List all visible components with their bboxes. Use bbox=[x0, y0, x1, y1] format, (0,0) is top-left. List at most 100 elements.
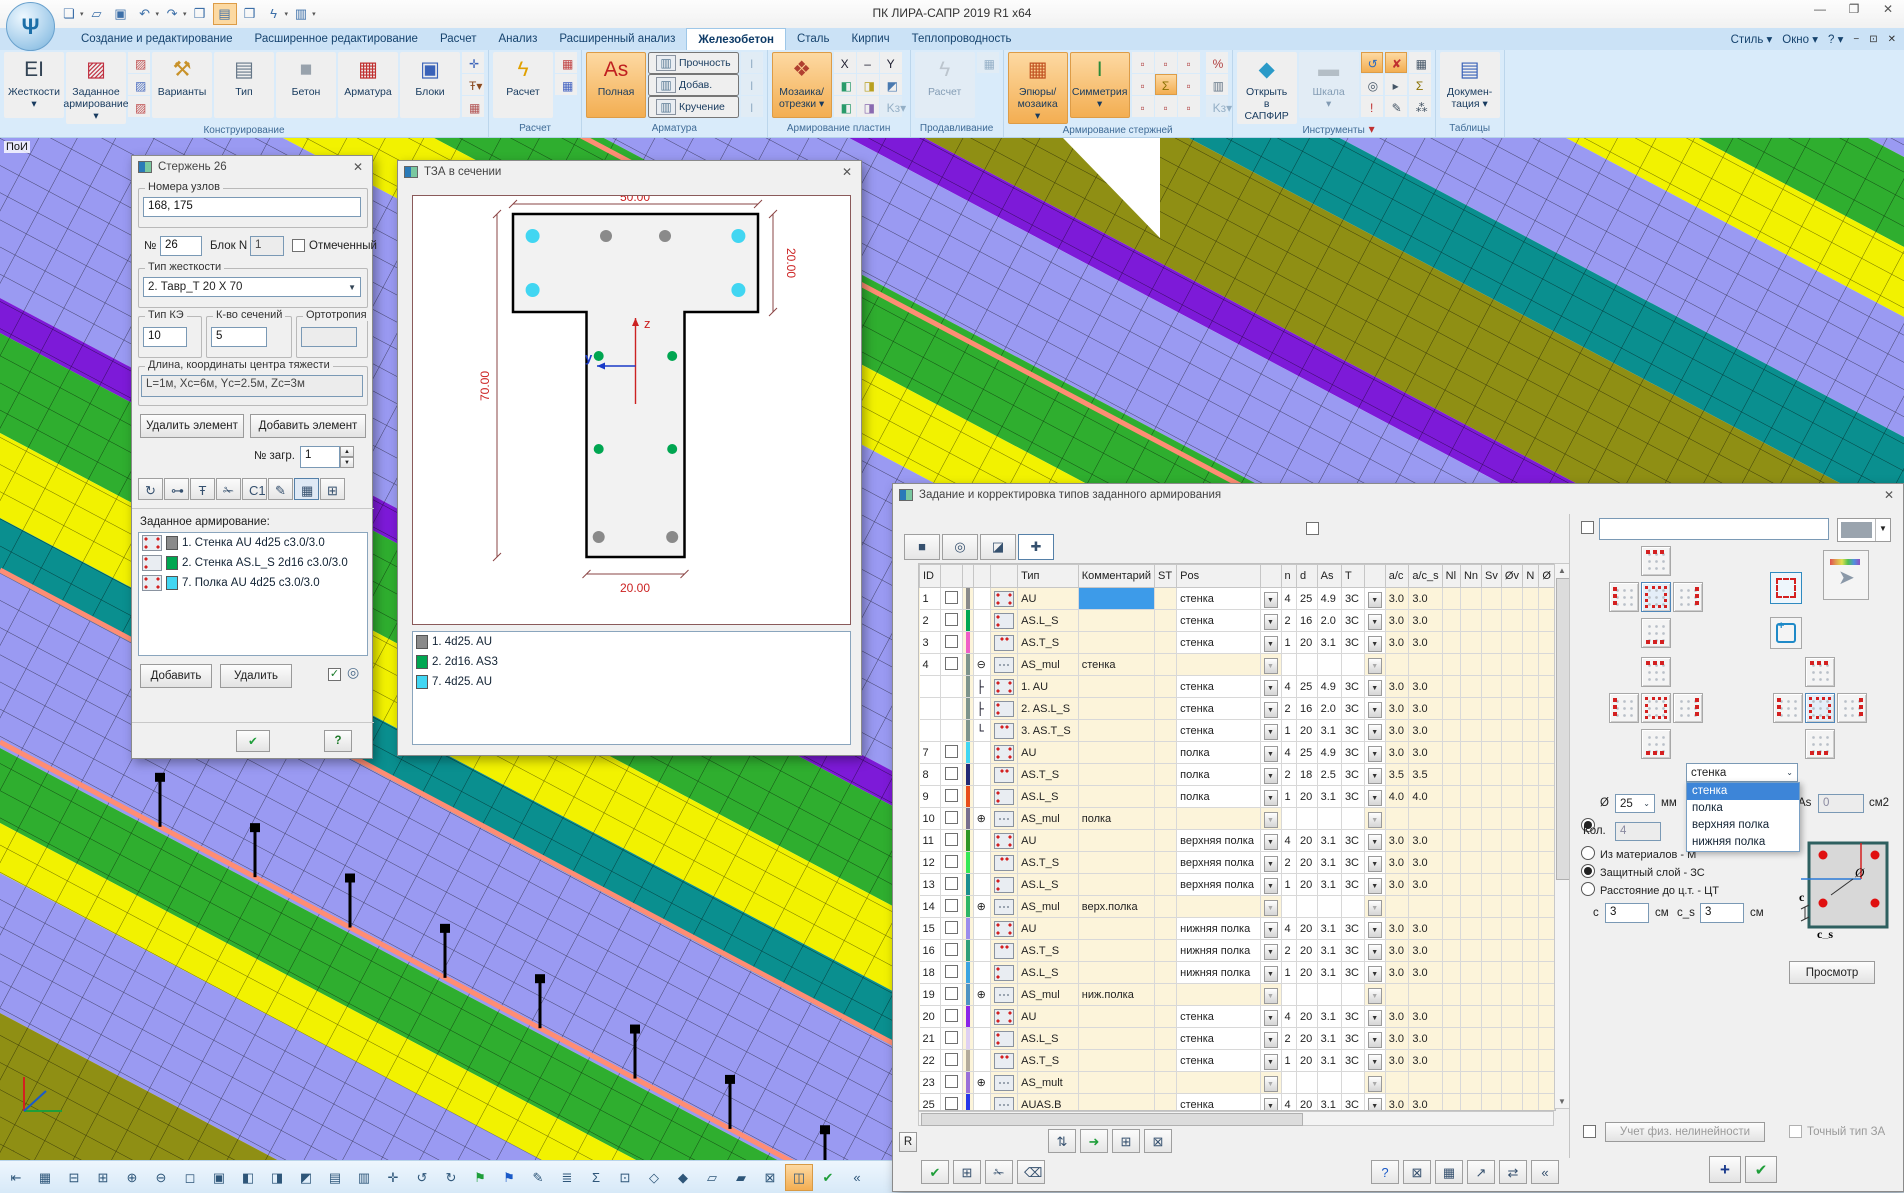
nonlinearity-button[interactable]: Учет физ. нелинейности bbox=[1605, 1122, 1765, 1142]
ribbon-small-button[interactable]: Kз▾ bbox=[1206, 96, 1228, 117]
mid-tool-0[interactable]: ⇅ bbox=[1048, 1129, 1076, 1153]
t-dropdown-icon[interactable]: ▼ bbox=[1368, 1054, 1382, 1070]
ribbon-button[interactable]: AsПолная bbox=[586, 52, 646, 118]
ribbon-small-button[interactable]: ▫ bbox=[1178, 96, 1200, 117]
view-tool-icon-8[interactable]: ◧ bbox=[234, 1164, 262, 1191]
ribbon-small-button[interactable]: ▨ bbox=[128, 52, 150, 73]
list-item[interactable]: 2. Стенка AS.L_S 2d16 с3.0/3.0 bbox=[139, 553, 367, 573]
view-tool-icon-12[interactable]: ▥ bbox=[350, 1164, 378, 1191]
rod-tool-6[interactable]: ▦ bbox=[294, 478, 319, 500]
ribbon-small-button[interactable]: Σ bbox=[1155, 74, 1177, 95]
r-button[interactable]: R bbox=[899, 1132, 917, 1152]
preview-checkbox[interactable]: ✓ bbox=[328, 668, 341, 681]
diameter-select[interactable]: 25⌄ bbox=[1615, 794, 1655, 813]
ribbon-small-button[interactable]: X bbox=[834, 52, 856, 73]
tab-9[interactable]: Теплопроводность bbox=[901, 28, 1023, 50]
view-tool-icon-22[interactable]: ◇ bbox=[640, 1164, 668, 1191]
bottom-tool-2[interactable]: ✁ bbox=[985, 1160, 1013, 1184]
ribbon-row-button[interactable]: ▥Кручение bbox=[648, 96, 739, 118]
tab-4[interactable]: Анализ bbox=[488, 28, 549, 50]
pos-dropdown-icon[interactable]: ▼ bbox=[1264, 592, 1278, 608]
dropdown-option[interactable]: полка bbox=[1687, 800, 1799, 817]
length-input[interactable]: L=1м, Xс=6м, Yс=2.5м, Zс=3м bbox=[141, 375, 363, 397]
t-dropdown-icon[interactable]: ▼ bbox=[1368, 812, 1382, 828]
ribbon-small-button[interactable]: ✘ bbox=[1385, 52, 1407, 73]
row-checkbox[interactable] bbox=[945, 965, 958, 978]
scheme2-top-button[interactable] bbox=[1641, 657, 1671, 687]
rod-tool-3[interactable]: ✁ bbox=[216, 478, 241, 500]
table-row[interactable]: 10⊕AS_mulполка▼▼ bbox=[920, 808, 1555, 830]
table-row[interactable]: 13AS.L_Sверхняя полка▼1203.13С▼3.03.0 bbox=[920, 874, 1555, 896]
ribbon-small-button[interactable]: ▦ bbox=[555, 74, 577, 95]
close-icon[interactable]: ✕ bbox=[1881, 488, 1897, 502]
mode-tab-2[interactable]: ◪ bbox=[980, 534, 1016, 560]
radio-row[interactable]: Защитный слой - ЗС bbox=[1581, 864, 1719, 882]
t-dropdown-icon[interactable]: ▼ bbox=[1368, 878, 1382, 894]
exact-type-checkbox[interactable] bbox=[1789, 1125, 1802, 1138]
ribbon-button[interactable]: ▦Арматура bbox=[338, 52, 398, 118]
table-row[interactable]: 23⊕AS_mult▼▼ bbox=[920, 1072, 1555, 1094]
mode-tab-3[interactable]: ✚ bbox=[1018, 534, 1054, 560]
row-checkbox[interactable] bbox=[945, 987, 958, 1000]
column-header[interactable]: Ø bbox=[1539, 565, 1555, 588]
row-checkbox[interactable] bbox=[945, 855, 958, 868]
row-checkbox[interactable] bbox=[945, 1075, 958, 1088]
position-select[interactable]: стенка⌄ bbox=[1686, 763, 1798, 782]
cs-input[interactable]: 3 bbox=[1700, 903, 1744, 923]
t-dropdown-icon[interactable]: ▼ bbox=[1368, 680, 1382, 696]
t-dropdown-icon[interactable]: ▼ bbox=[1368, 768, 1382, 784]
view-tool-icon-28[interactable]: ✔ bbox=[814, 1164, 842, 1191]
view-tool-icon-16[interactable]: ⚑ bbox=[466, 1164, 494, 1191]
row-checkbox[interactable] bbox=[945, 1053, 958, 1066]
t-dropdown-icon[interactable]: ▼ bbox=[1368, 1010, 1382, 1026]
column-header[interactable]: Øv bbox=[1501, 565, 1522, 588]
menu-Стиль[interactable]: Стиль ▾ bbox=[1731, 32, 1773, 46]
ribbon-small-button[interactable]: Ι bbox=[741, 96, 763, 117]
ribbon-small-button[interactable]: ▨ bbox=[128, 96, 150, 117]
dropdown-option[interactable]: стенка bbox=[1687, 783, 1799, 800]
pos-dropdown-icon[interactable]: ▼ bbox=[1264, 636, 1278, 652]
table-row[interactable]: └3. AS.T_Sстенка▼1203.13С▼3.03.0 bbox=[920, 720, 1555, 742]
column-header[interactable]: N bbox=[1523, 565, 1539, 588]
ribbon-button[interactable]: ❖Мозаика/ отрезки ▾ bbox=[772, 52, 832, 118]
table-row[interactable]: 11AUверхняя полка▼4203.13С▼3.03.0 bbox=[920, 830, 1555, 852]
ribbon-small-button[interactable]: Kз▾ bbox=[880, 96, 902, 117]
sections-input[interactable]: 5 bbox=[211, 327, 267, 347]
restore-button[interactable]: ❐ bbox=[1844, 2, 1864, 16]
view-tool-icon-7[interactable]: ▣ bbox=[205, 1164, 233, 1191]
view-tool-icon-26[interactable]: ⊠ bbox=[756, 1164, 784, 1191]
view-tool-icon-25[interactable]: ▰ bbox=[727, 1164, 755, 1191]
radio-icon[interactable] bbox=[1581, 882, 1595, 896]
pos-dropdown-icon[interactable]: ▼ bbox=[1264, 966, 1278, 982]
bottom-tool-1[interactable]: ⊞ bbox=[953, 1160, 981, 1184]
close-button[interactable]: ✕ bbox=[1878, 2, 1898, 16]
column-header[interactable]: Nl bbox=[1442, 565, 1460, 588]
t-dropdown-icon[interactable]: ▼ bbox=[1368, 1076, 1382, 1092]
ribbon-small-button[interactable]: ▦ bbox=[977, 52, 999, 73]
mini-control-1[interactable]: ⊡ bbox=[1869, 34, 1877, 45]
tab-7[interactable]: Сталь bbox=[786, 28, 841, 50]
ribbon-small-button[interactable]: ◧ bbox=[834, 96, 856, 117]
right-tool-0[interactable]: ? bbox=[1371, 1160, 1399, 1184]
scheme-left-button[interactable] bbox=[1609, 582, 1639, 612]
section-dialog-titlebar[interactable]: ТЗА в сечении ✕ bbox=[398, 161, 861, 183]
column-header[interactable]: a/c bbox=[1385, 565, 1409, 588]
pos-dropdown-icon[interactable]: ▼ bbox=[1264, 658, 1278, 674]
types-table-container[interactable]: IDТипКомментарийSTPosndAsTa/ca/c_sNlNnSv… bbox=[918, 563, 1556, 1111]
mid-tool-3[interactable]: ⊠ bbox=[1144, 1129, 1172, 1153]
ribbon-small-button[interactable]: % bbox=[1206, 52, 1228, 73]
ribbon-button[interactable]: ▦Эпюры/ мозаика ▾ bbox=[1008, 52, 1068, 124]
ribbon-small-button[interactable]: ▸ bbox=[1385, 74, 1407, 95]
row-checkbox[interactable] bbox=[945, 613, 958, 626]
menu-Окно[interactable]: Окно ▾ bbox=[1782, 32, 1818, 46]
table-row[interactable]: 21AS.L_Sстенка▼2203.13С▼3.03.0 bbox=[920, 1028, 1555, 1050]
ribbon-small-button[interactable]: ◧ bbox=[834, 74, 856, 95]
column-header[interactable]: ST bbox=[1155, 565, 1177, 588]
rod-tool-5[interactable]: ✎ bbox=[268, 478, 293, 500]
ribbon-small-button[interactable]: ⁂ bbox=[1409, 96, 1431, 117]
t-dropdown-icon[interactable]: ▼ bbox=[1368, 592, 1382, 608]
radio-icon[interactable] bbox=[1581, 864, 1595, 878]
ribbon-small-button[interactable]: !▾ bbox=[1361, 96, 1383, 117]
pos-dropdown-icon[interactable]: ▼ bbox=[1264, 900, 1278, 916]
column-header[interactable]: As bbox=[1317, 565, 1341, 588]
